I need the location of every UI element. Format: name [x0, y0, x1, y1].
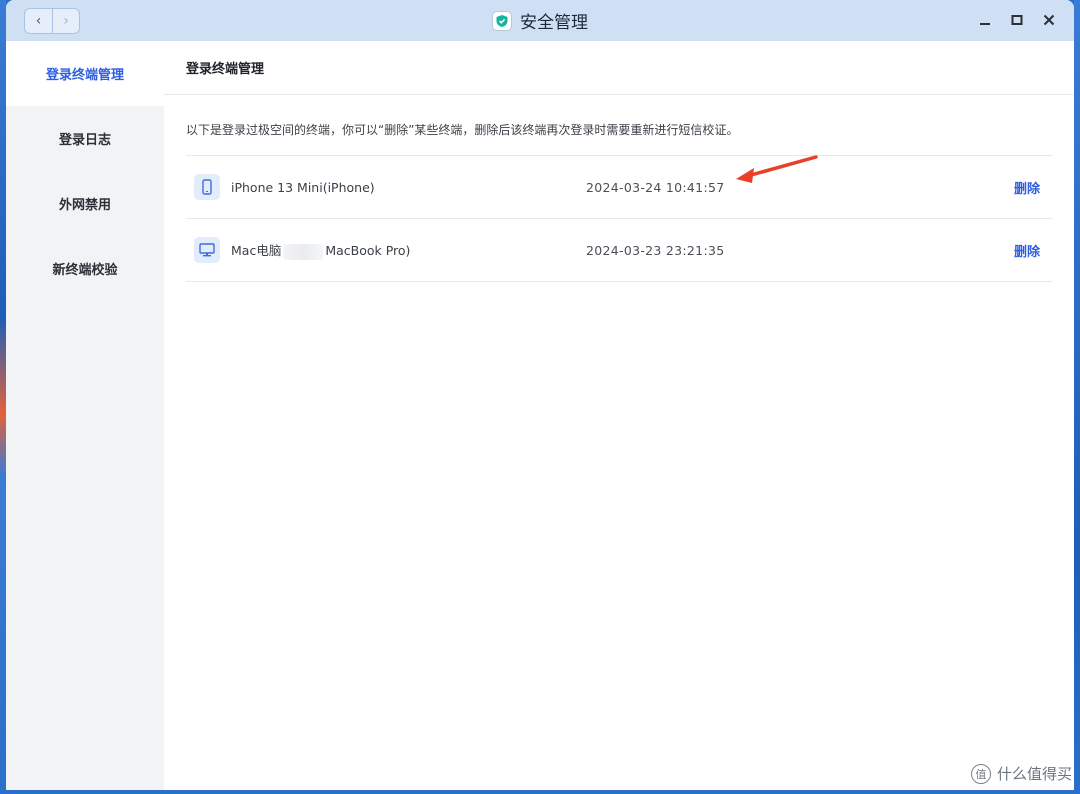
device-name-suffix: MacBook Pro) [325, 243, 411, 259]
desktop-icon [194, 237, 220, 263]
back-button[interactable]: ‹ [25, 9, 52, 33]
watermark: 值 什么值得买 [970, 763, 1072, 784]
watermark-text: 什么值得买 [996, 765, 1072, 783]
device-name: Mac电脑 MacBook Pro) [231, 240, 410, 260]
chevron-right-icon: › [63, 13, 69, 29]
sidebar-item-new-terminal-verify[interactable]: 新终端校验 [6, 236, 164, 301]
sidebar-item-external-network-disable[interactable]: 外网禁用 [6, 171, 164, 236]
maximize-icon [1011, 15, 1023, 25]
title-container: 安全管理 [6, 0, 1074, 41]
desktop-background-right [1074, 0, 1080, 794]
title-bar: ‹ › 安全管理 [6, 0, 1074, 41]
redacted-region [283, 243, 324, 260]
close-icon [1043, 14, 1055, 26]
sidebar-item-login-log[interactable]: 登录日志 [6, 106, 164, 171]
window-controls [976, 10, 1058, 30]
sidebar: 登录终端管理 登录日志 外网禁用 新终端校验 [6, 41, 164, 790]
minimize-button[interactable] [976, 10, 994, 30]
delete-device-button[interactable]: 删除 [1014, 178, 1040, 197]
maximize-button[interactable] [1008, 10, 1026, 30]
window-title: 安全管理 [520, 13, 588, 33]
chevron-left-icon: ‹ [35, 13, 42, 29]
device-login-time: 2024-03-23 23:21:35 [586, 242, 725, 258]
forward-button[interactable]: › [52, 9, 79, 33]
app-window: ‹ › 安全管理 登录终端管理 登录日志 外网禁用 新终端校验 登录终端管理 以… [6, 0, 1074, 790]
device-row: Mac电脑 MacBook Pro) 2024-03-23 23:21:35 删除 [186, 219, 1052, 282]
shield-icon [492, 10, 512, 31]
device-list: iPhone 13 Mini(iPhone) 2024-03-24 10:41:… [186, 155, 1052, 282]
delete-device-button[interactable]: 删除 [1014, 241, 1040, 260]
page-title: 登录终端管理 [164, 41, 1074, 95]
nav-button-group: ‹ › [24, 8, 80, 34]
device-login-time: 2024-03-24 10:41:57 [586, 179, 725, 195]
phone-icon [194, 174, 220, 200]
main-panel: 登录终端管理 以下是登录过极空间的终端，你可以“删除”某些终端，删除后该终端再次… [164, 41, 1074, 790]
device-name: iPhone 13 Mini(iPhone) [231, 179, 375, 195]
sidebar-item-terminal-management[interactable]: 登录终端管理 [6, 41, 164, 106]
page-description: 以下是登录过极空间的终端，你可以“删除”某些终端，删除后该终端再次登录时需要重新… [186, 123, 739, 137]
close-button[interactable] [1040, 10, 1058, 30]
device-name-prefix: Mac电脑 [231, 243, 282, 259]
watermark-logo-icon: 值 [970, 763, 991, 784]
device-row: iPhone 13 Mini(iPhone) 2024-03-24 10:41:… [186, 156, 1052, 219]
minimize-icon [980, 23, 990, 25]
